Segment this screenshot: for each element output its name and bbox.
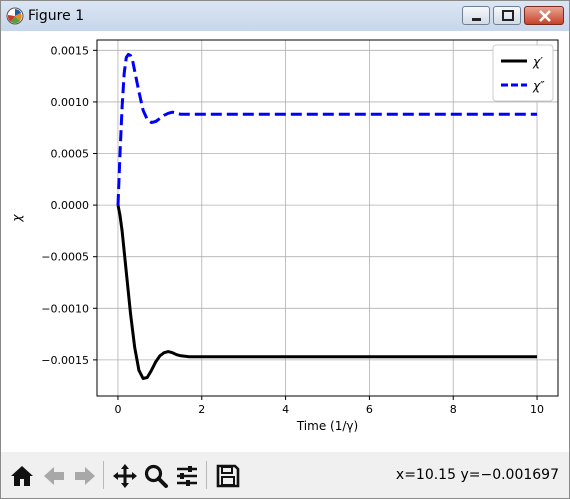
configure-subplots-icon[interactable] (174, 463, 200, 489)
legend-label: χ″ (532, 79, 545, 93)
window-title: Figure 1 (28, 8, 85, 24)
y-tick-label: −0.0010 (41, 302, 89, 315)
y-tick-label: 0.0005 (51, 148, 90, 161)
figure-window: Figure 1 0 2 4 6 8 10 0.0015 0.0010 0.0005 0.0000… (0, 0, 570, 499)
matplotlib-logo-icon (6, 7, 24, 25)
home-icon[interactable] (9, 463, 35, 489)
back-arrow-icon[interactable] (41, 463, 67, 489)
x-tick-label: 4 (282, 403, 289, 416)
x-tick-label: 0 (114, 403, 121, 416)
navigation-toolbar: x=10.15 y=−0.001697 (1, 452, 569, 498)
y-tick-label: −0.0005 (41, 251, 89, 264)
y-tick-label: 0.0000 (51, 199, 90, 212)
line-chart[interactable]: 0 2 4 6 8 10 0.0015 0.0010 0.0005 0.0000 −0.0005 −0… (1, 31, 569, 452)
title-bar[interactable]: Figure 1 (1, 1, 569, 32)
x-tick-label: 2 (198, 403, 205, 416)
zoom-icon[interactable] (143, 463, 169, 489)
forward-arrow-icon[interactable] (72, 463, 98, 489)
legend: χ′ χ″ (492, 44, 554, 102)
toolbar-separator (206, 461, 207, 489)
grid-layer (97, 40, 558, 396)
pan-icon[interactable] (112, 463, 138, 489)
legend-label: χ′ (532, 55, 543, 69)
cursor-coordinates: x=10.15 y=−0.001697 (395, 467, 559, 483)
y-axis-label: χ (10, 214, 24, 223)
figure-canvas[interactable]: 0 2 4 6 8 10 0.0015 0.0010 0.0005 0.0000 −0.0005 −0… (1, 31, 569, 452)
series-line-2 (116, 52, 537, 206)
y-tick-label: −0.0015 (41, 354, 89, 367)
toolbar-separator (103, 461, 104, 489)
y-tick-label: 0.0015 (51, 44, 90, 57)
x-tick-label: 6 (366, 403, 373, 416)
close-icon (539, 10, 551, 22)
y-tick-label: 0.0010 (51, 96, 90, 109)
series-layer (116, 52, 537, 380)
save-icon[interactable] (215, 463, 241, 489)
minimize-icon (472, 18, 481, 21)
minimize-button[interactable] (462, 6, 490, 25)
x-tick-label: 8 (450, 403, 457, 416)
axes-frame (96, 39, 559, 397)
maximize-button[interactable] (493, 6, 521, 25)
x-axis-label: Time (1/γ) (296, 419, 358, 433)
x-tick-label: 10 (530, 403, 544, 416)
series-line-1 (116, 204, 537, 380)
maximize-icon (502, 10, 514, 21)
close-button[interactable] (524, 6, 564, 25)
